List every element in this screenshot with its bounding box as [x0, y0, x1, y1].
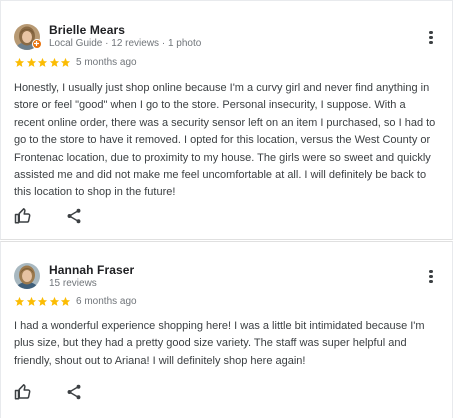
share-button[interactable]	[65, 207, 83, 225]
review-date: 5 months ago	[76, 57, 137, 68]
more-options-icon[interactable]	[423, 268, 439, 286]
star-icon	[37, 57, 48, 67]
reviewer-meta: Local Guide · 12 reviews · 1 photo	[49, 38, 202, 49]
star-icon	[60, 57, 71, 67]
reviewer-meta: 15 reviews	[49, 278, 97, 289]
star-rating	[14, 57, 71, 69]
reviewer-name[interactable]: Hannah Fraser	[49, 263, 134, 277]
review-text: Honestly, I usually just shop online bec…	[14, 82, 436, 199]
review-text: I had a wonderful experience shopping he…	[14, 320, 425, 367]
like-button[interactable]	[14, 207, 32, 225]
star-icon	[37, 296, 48, 306]
star-icon	[49, 57, 59, 67]
share-icon	[67, 208, 81, 224]
review-card: Hannah Fraser 15 reviews 6 months ago I …	[0, 241, 453, 418]
avatar[interactable]	[14, 263, 40, 289]
star-icon	[26, 296, 36, 306]
star-icon	[26, 57, 36, 67]
star-icon	[60, 296, 71, 306]
star-icon	[49, 296, 59, 306]
review-date: 6 months ago	[76, 296, 137, 307]
share-icon	[67, 384, 81, 400]
more-options-icon[interactable]	[423, 29, 439, 47]
star-icon	[14, 57, 25, 67]
star-rating	[14, 296, 71, 308]
star-icon	[14, 296, 25, 306]
review-card: Brielle Mears Local Guide · 12 reviews ·…	[0, 0, 453, 240]
thumb-up-icon	[14, 384, 31, 400]
local-guide-badge-icon	[32, 39, 42, 49]
thumb-up-icon	[14, 208, 31, 224]
share-button[interactable]	[65, 383, 83, 401]
like-button[interactable]	[14, 383, 32, 401]
reviewer-name[interactable]: Brielle Mears	[49, 23, 125, 37]
